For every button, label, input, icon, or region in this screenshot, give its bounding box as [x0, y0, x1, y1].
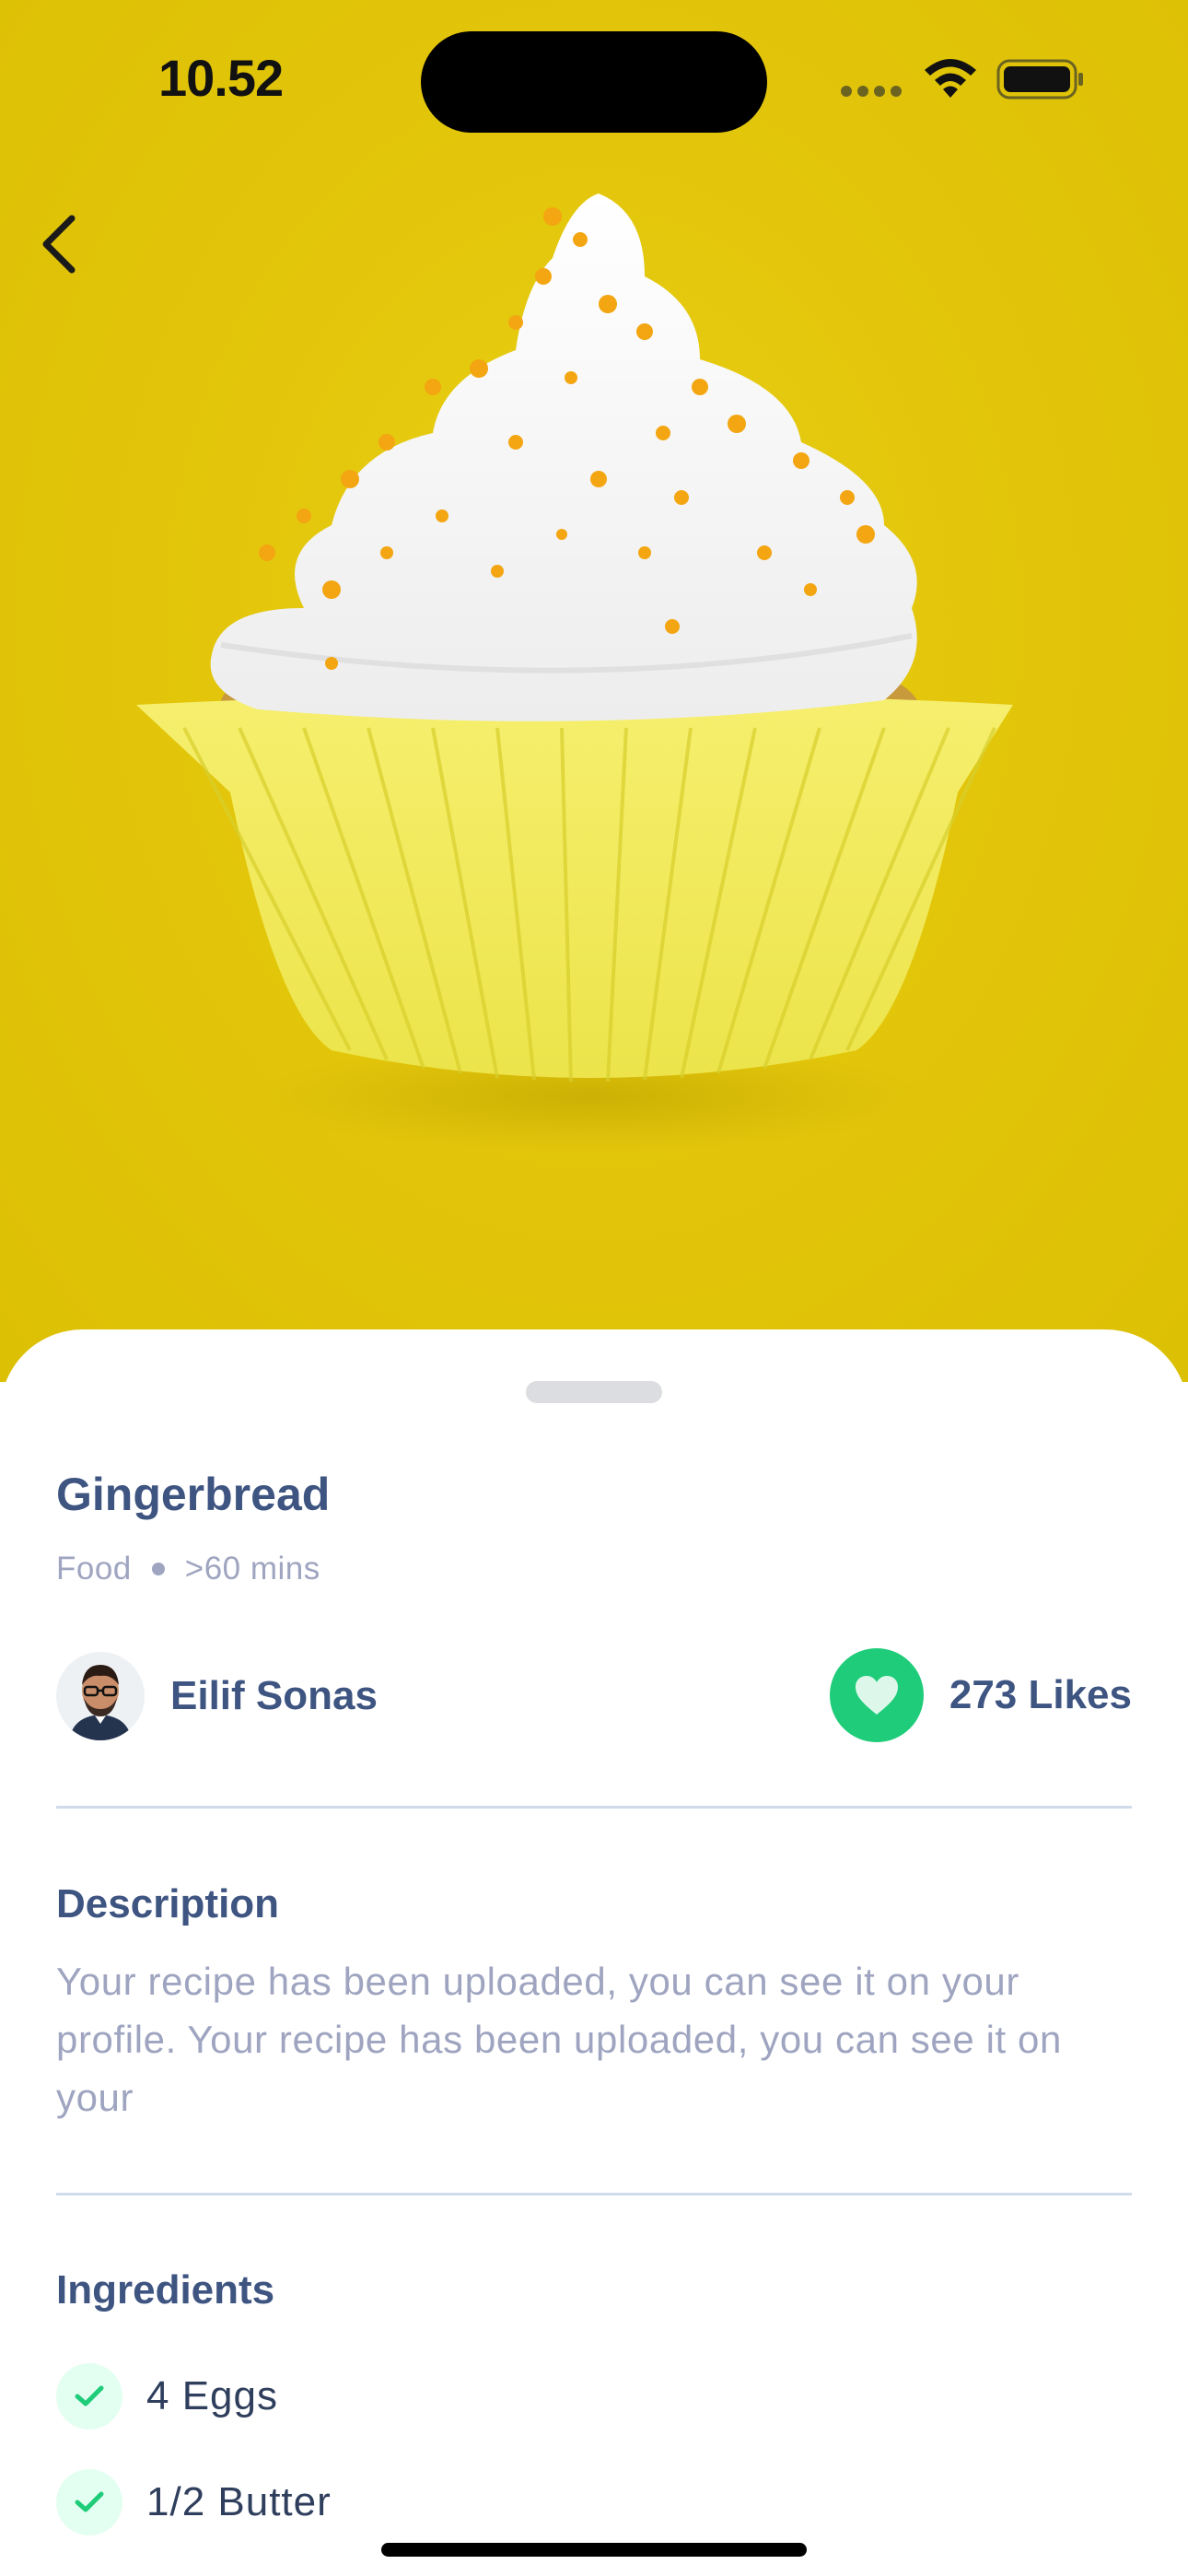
likes-count: 273 Likes — [949, 1672, 1132, 1717]
like-button[interactable] — [829, 1648, 924, 1742]
status-time: 10.52 — [158, 49, 284, 107]
heart-icon — [855, 1676, 898, 1715]
avatar[interactable] — [56, 1652, 145, 1740]
check-icon — [75, 2385, 104, 2406]
cupcake-photo — [136, 193, 1013, 1152]
chevron-left-icon — [42, 215, 76, 274]
cellular-signal-icon — [841, 86, 902, 97]
avatar-image — [56, 1652, 145, 1740]
description-heading: Description — [56, 1881, 280, 1926]
ingredient-label: 4 Eggs — [146, 2373, 278, 2418]
description-text: Your recipe has been uploaded, you can s… — [56, 1960, 1062, 2119]
author-info[interactable]: Eilif Sonas — [56, 1652, 378, 1740]
recipe-category: Food — [56, 1551, 132, 1587]
likes-section: 273 Likes — [829, 1648, 1132, 1742]
author-name[interactable]: Eilif Sonas — [170, 1673, 378, 1719]
dynamic-island — [421, 31, 767, 133]
recipe-duration: >60 mins — [184, 1551, 320, 1587]
wifi-icon — [925, 59, 976, 98]
hero-image: 10.52 — [0, 0, 1188, 1382]
ingredient-item: 1/2 Butter — [56, 2469, 332, 2535]
check-icon — [75, 2491, 104, 2512]
sheet-grabber[interactable] — [526, 1381, 662, 1403]
recipe-detail-sheet[interactable]: Gingerbread Food >60 mins Eilif Sonas 27… — [0, 1329, 1188, 2576]
recipe-detail-screen: 10.52 Gingerbread Food >60 mins Eilif So… — [0, 0, 1188, 2576]
ingredients-heading: Ingredients — [56, 2267, 275, 2313]
recipe-title: Gingerbread — [56, 1469, 331, 1520]
battery-icon — [996, 59, 1083, 100]
check-badge — [56, 2363, 122, 2430]
ingredient-item: 4 Eggs — [56, 2363, 278, 2430]
divider — [56, 1806, 1132, 1809]
divider — [56, 2193, 1132, 2195]
back-button[interactable] — [37, 203, 129, 295]
dot-separator — [151, 1563, 165, 1575]
ingredient-label: 1/2 Butter — [146, 2479, 332, 2524]
recipe-meta: Food >60 mins — [56, 1551, 320, 1587]
check-badge — [56, 2469, 122, 2535]
home-indicator[interactable] — [381, 2543, 807, 2557]
